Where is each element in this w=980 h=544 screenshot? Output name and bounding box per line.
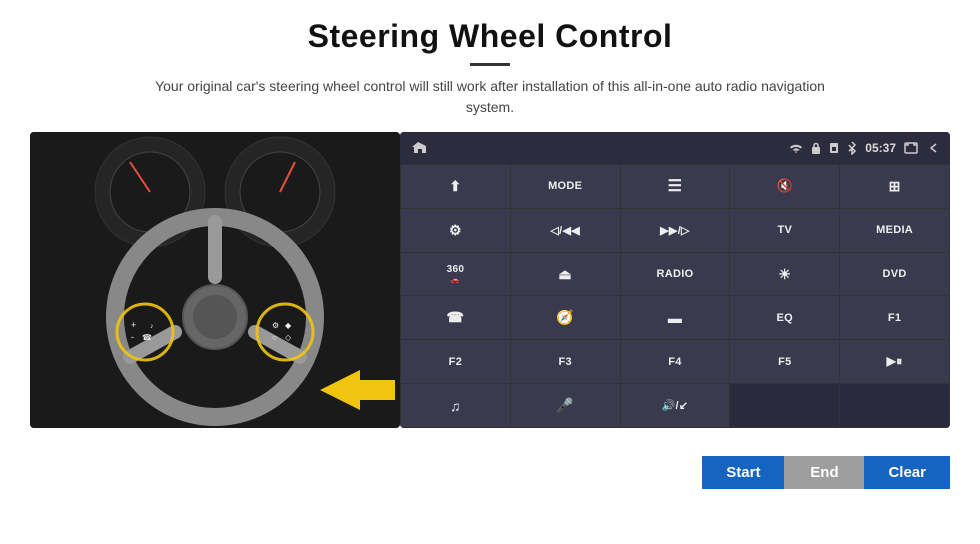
svg-text:♪: ♪	[150, 323, 154, 330]
btn-f4[interactable]: F4	[621, 340, 730, 383]
steering-image: + - ☎ ♪ ⚙ ◆ ○ ◇	[30, 132, 400, 452]
btn-apps[interactable]: ⊞	[840, 165, 949, 208]
btn-mute[interactable]: 🔇	[730, 165, 839, 208]
btn-empty1	[730, 384, 839, 427]
svg-text:◆: ◆	[285, 321, 292, 330]
topbar-left	[410, 140, 426, 156]
btn-nav[interactable]: 🧭	[511, 296, 620, 339]
btn-empty2	[840, 384, 949, 427]
btn-f1[interactable]: F1	[840, 296, 949, 339]
clear-button[interactable]: Clear	[864, 456, 950, 489]
bluetooth-icon	[847, 141, 857, 155]
time-display: 05:37	[865, 141, 896, 155]
svg-text:◇: ◇	[285, 333, 292, 342]
btn-mode[interactable]: MODE	[511, 165, 620, 208]
btn-eq[interactable]: EQ	[730, 296, 839, 339]
wifi-icon	[789, 142, 803, 154]
svg-text:+: +	[131, 320, 136, 330]
sim-icon	[829, 142, 839, 154]
btn-radio[interactable]: RADIO	[621, 253, 730, 296]
btn-media[interactable]: MEDIA	[840, 209, 949, 252]
btn-next[interactable]: ▶▶/▷	[621, 209, 730, 252]
control-panel: 05:37 ⬆ MODE ☰	[400, 132, 950, 428]
btn-360[interactable]: 360🚗	[401, 253, 510, 296]
home-icon	[410, 140, 426, 156]
btn-f2[interactable]: F2	[401, 340, 510, 383]
start-button[interactable]: Start	[702, 456, 784, 489]
btn-settings[interactable]: ⚙	[401, 209, 510, 252]
svg-text:○: ○	[272, 333, 277, 342]
btn-tv[interactable]: TV	[730, 209, 839, 252]
title-divider	[470, 63, 510, 66]
content-row: + - ☎ ♪ ⚙ ◆ ○ ◇	[30, 132, 950, 452]
btn-mic[interactable]: 🎤	[511, 384, 620, 427]
btn-f5[interactable]: F5	[730, 340, 839, 383]
panel-grid: ⬆ MODE ☰ 🔇 ⊞ ⚙ ◁/◀◀ ▶▶/▷ TV MEDIA 360🚗 ⏏…	[400, 164, 950, 428]
btn-brightness[interactable]: ☀	[730, 253, 839, 296]
btn-phone[interactable]: ☎	[401, 296, 510, 339]
bottom-bar: Start End Clear	[30, 456, 950, 489]
back-icon	[926, 142, 940, 154]
btn-f3[interactable]: F3	[511, 340, 620, 383]
title-section: Steering Wheel Control Your original car…	[30, 18, 950, 132]
btn-navigate[interactable]: ⬆	[401, 165, 510, 208]
btn-prev[interactable]: ◁/◀◀	[511, 209, 620, 252]
lock-icon	[811, 142, 821, 154]
page-wrapper: Steering Wheel Control Your original car…	[0, 0, 980, 544]
svg-text:-: -	[131, 332, 134, 342]
svg-text:☎: ☎	[142, 333, 152, 342]
btn-dvd[interactable]: DVD	[840, 253, 949, 296]
panel-topbar: 05:37	[400, 132, 950, 164]
subtitle: Your original car's steering wheel contr…	[150, 76, 830, 118]
btn-music[interactable]: ♫	[401, 384, 510, 427]
page-title: Steering Wheel Control	[30, 18, 950, 55]
btn-playpause[interactable]: ▶⏸	[840, 340, 949, 383]
end-button[interactable]: End	[784, 456, 864, 489]
screenshot-icon	[904, 142, 918, 154]
btn-eject[interactable]: ⏏	[511, 253, 620, 296]
steering-bg: + - ☎ ♪ ⚙ ◆ ○ ◇	[30, 132, 400, 428]
topbar-right: 05:37	[789, 141, 940, 155]
btn-menu[interactable]: ☰	[621, 165, 730, 208]
svg-text:⚙: ⚙	[272, 321, 279, 330]
btn-volume-phone[interactable]: 🔊/↙	[621, 384, 730, 427]
btn-screen[interactable]: ▬	[621, 296, 730, 339]
